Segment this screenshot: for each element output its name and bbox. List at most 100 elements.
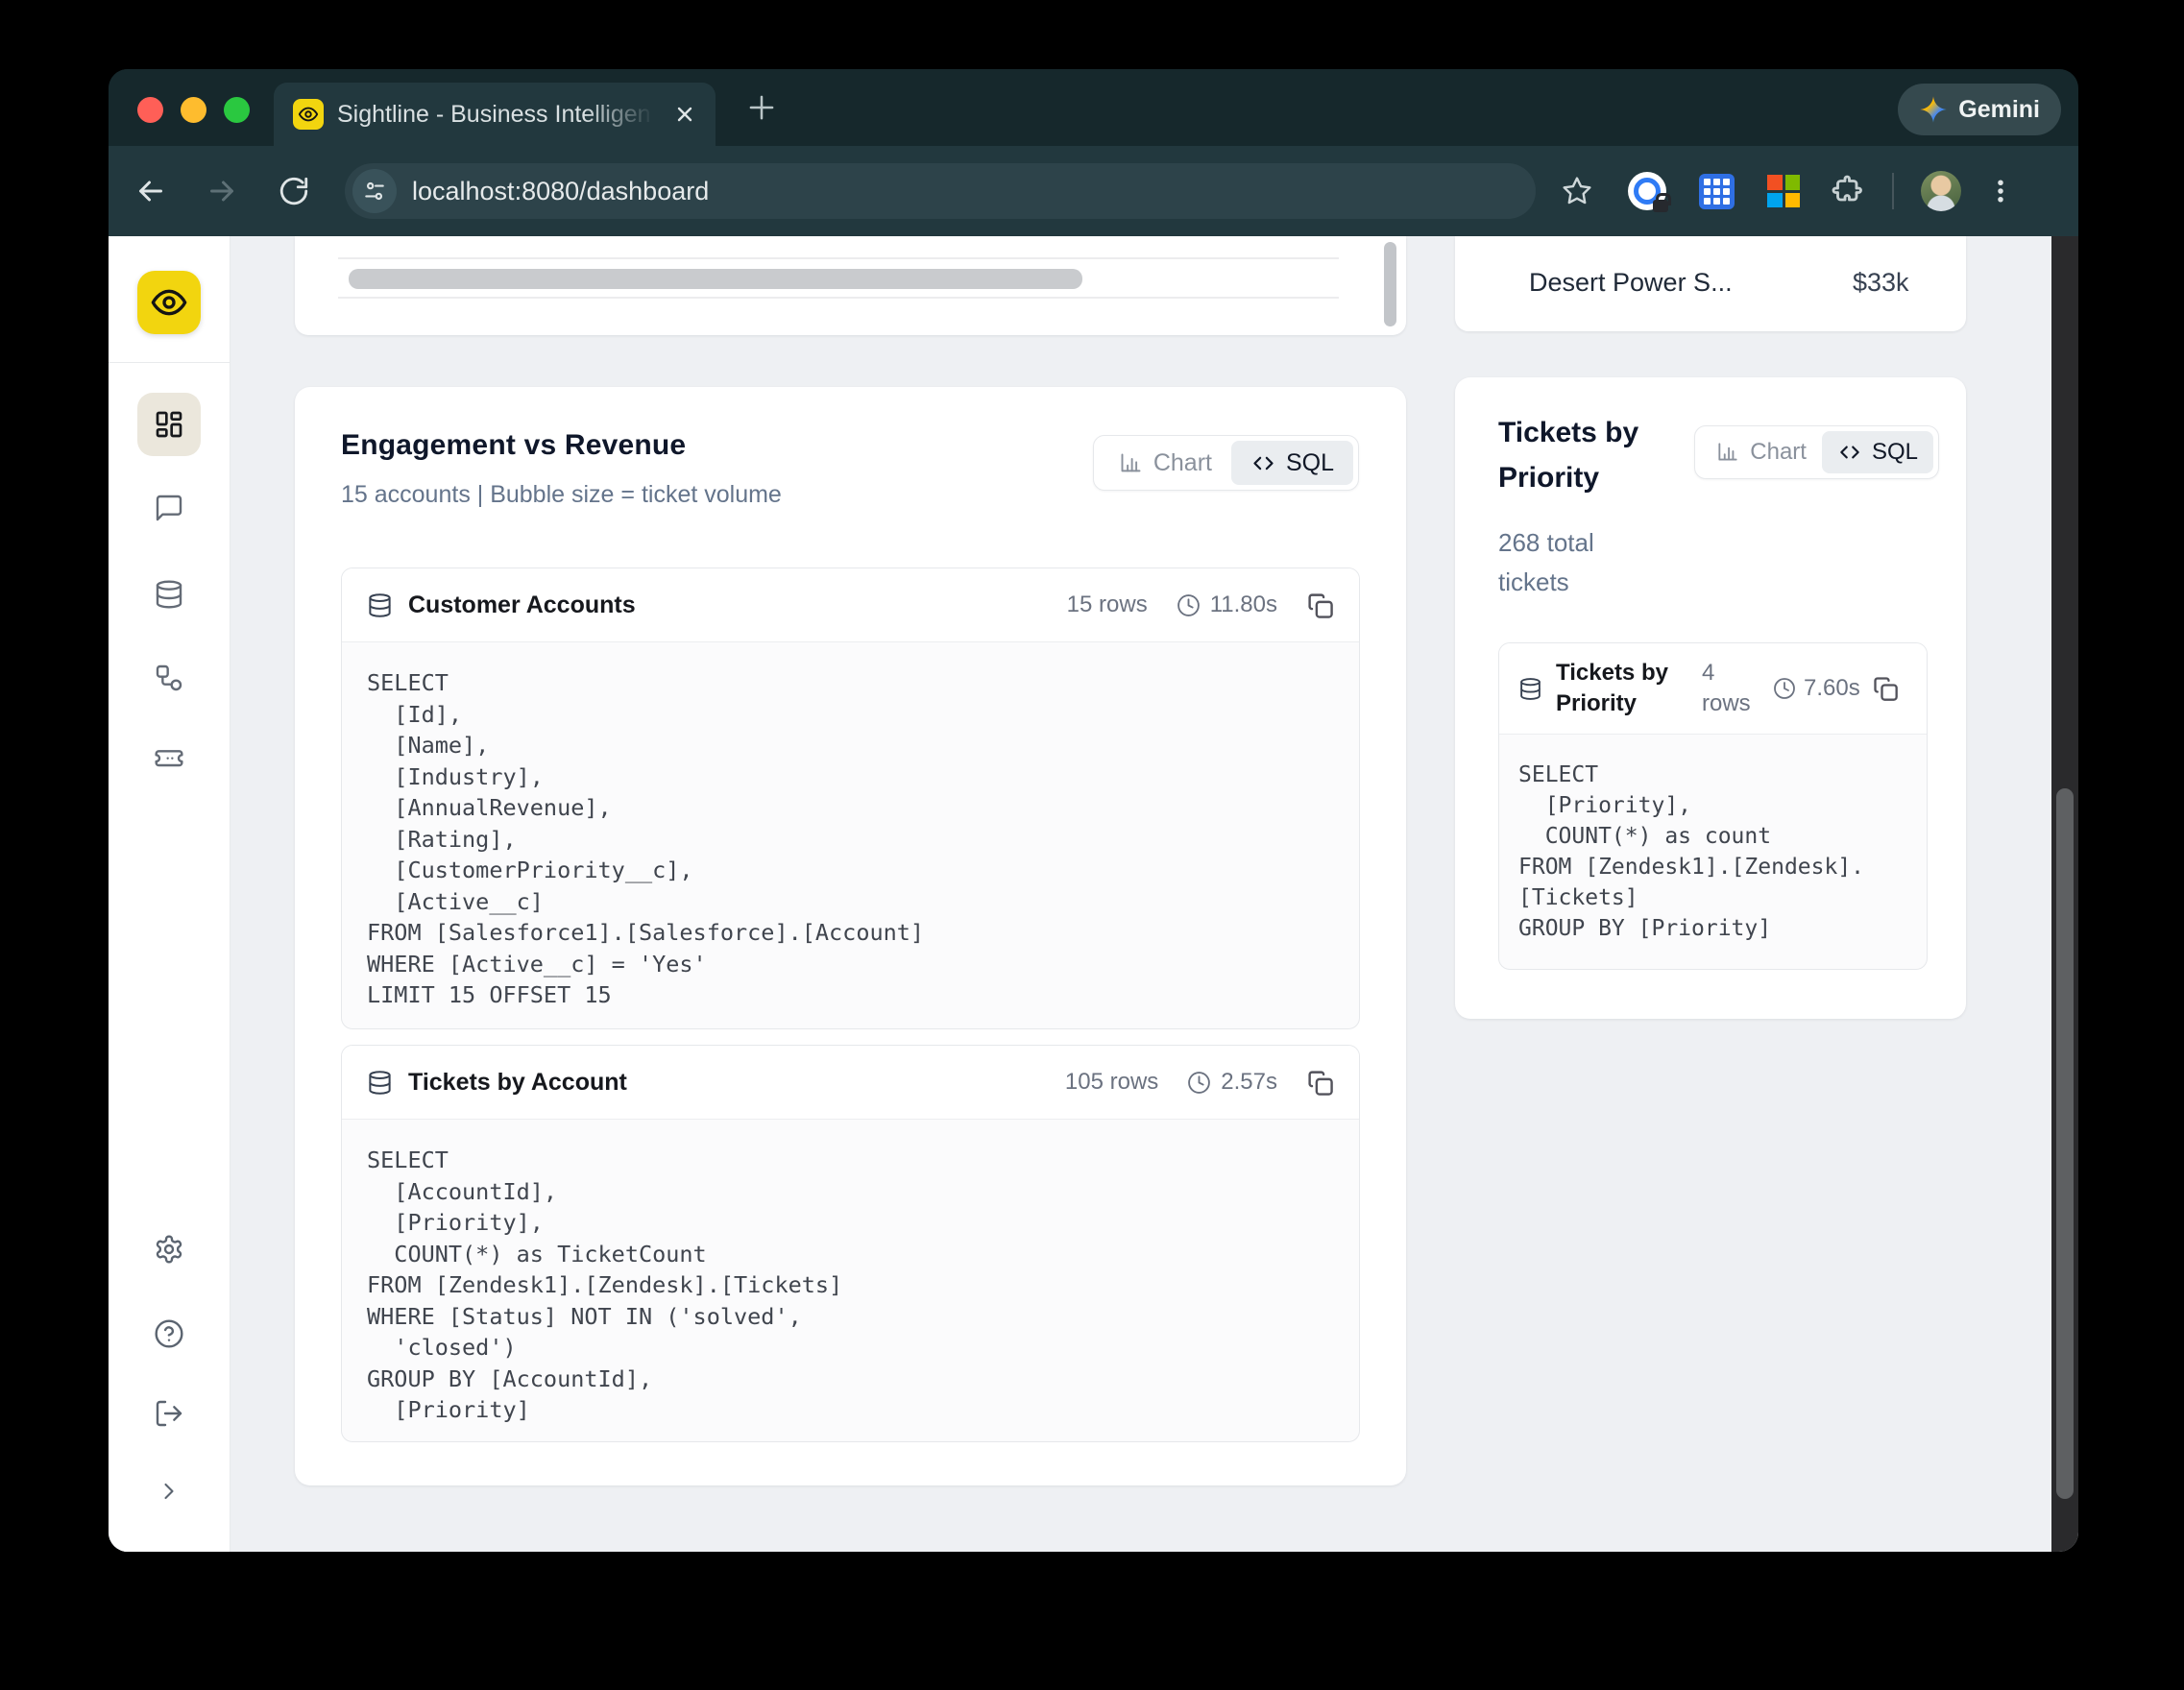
tickets-by-priority-card: Tickets by Priority Chart SQL (1455, 377, 1966, 1019)
lock-icon (1653, 200, 1668, 212)
sql-query-text: SELECT [Id], [Name], [Industry], [Annual… (342, 642, 1359, 1029)
new-tab-button[interactable] (742, 88, 781, 127)
chat-icon[interactable] (154, 493, 184, 523)
database-icon (367, 592, 393, 618)
workflow-icon[interactable] (154, 663, 184, 693)
toggle-sql-label: SQL (1286, 449, 1334, 477)
toggle-sql-button[interactable]: SQL (1231, 441, 1353, 485)
bar-chart-icon (1118, 450, 1144, 476)
url-text: localhost:8080/dashboard (412, 177, 709, 206)
kebab-menu-icon (1986, 177, 2015, 205)
browser-window: Sightline - Business Intelligen Gemin (109, 69, 2078, 1552)
card-subtitle: 268 total tickets (1498, 523, 1642, 602)
browser-toolbar: localhost:8080/dashboard (109, 146, 2078, 236)
account-value: $33k (1853, 268, 1909, 297)
tab-strip: Sightline - Business Intelligen Gemin (109, 69, 2078, 146)
database-icon[interactable] (154, 579, 184, 610)
settings-gear-icon[interactable] (154, 1234, 184, 1265)
tab-close-icon[interactable] (673, 103, 696, 126)
account-name: Desert Power S... (1529, 268, 1733, 298)
ticket-icon[interactable] (154, 742, 184, 773)
table-row-divider (338, 257, 1339, 259)
copy-icon[interactable] (1306, 1069, 1334, 1097)
grid-extension-icon[interactable] (1699, 174, 1735, 209)
copy-icon[interactable] (1306, 592, 1334, 619)
browser-menu-button[interactable] (1986, 177, 2015, 205)
account-value-clip: $33k (1853, 268, 1910, 302)
sql-query-text: SELECT [AccountId], [Priority], COUNT(*)… (342, 1120, 1359, 1442)
traffic-light-minimize[interactable] (181, 97, 206, 123)
query-title: Tickets by Priority (1556, 658, 1702, 719)
card-subtitle: 15 accounts | Bubble size = ticket volum… (341, 481, 782, 509)
card-title: Engagement vs Revenue (341, 429, 686, 462)
query-title: Customer Accounts (408, 592, 636, 619)
toggle-chart-label: Chart (1750, 439, 1807, 466)
query-header: Tickets by Priority 4 rows 7.60s (1499, 643, 1927, 735)
dashboard-main: Desert Power S... $33k Engagement vs Rev… (231, 236, 2078, 1552)
gemini-label: Gemini (1958, 96, 2040, 124)
account-row-card[interactable]: Desert Power S... $33k (1455, 236, 1966, 331)
profile-avatar[interactable] (1921, 171, 1961, 211)
toggle-sql-label: SQL (1872, 439, 1918, 466)
query-duration: 2.57s (1221, 1069, 1277, 1096)
clock-icon (1187, 1071, 1211, 1095)
gemini-button[interactable]: Gemini (1898, 84, 2061, 135)
browser-tab[interactable]: Sightline - Business Intelligen (274, 83, 716, 146)
copy-icon[interactable] (1872, 675, 1899, 702)
plus-icon (743, 89, 780, 126)
refresh-icon (278, 175, 310, 207)
bookmark-button[interactable] (1561, 175, 1593, 207)
query-meta: 15 rows 11.80s (1067, 592, 1334, 619)
toggle-sql-button[interactable]: SQL (1822, 431, 1933, 473)
query-duration: 7.60s (1804, 675, 1860, 702)
table-row-divider (338, 297, 1339, 299)
clock-icon (1177, 593, 1201, 617)
query-meta: 105 rows 2.57s (1065, 1069, 1334, 1097)
forward-button[interactable] (205, 174, 239, 208)
sql-query-text: SELECT [Priority], COUNT(*) as count FRO… (1499, 735, 1927, 969)
toggle-chart-button[interactable]: Chart (1700, 431, 1822, 473)
query-title: Tickets by Account (408, 1069, 627, 1097)
query-block-tickets-by-priority: Tickets by Priority 4 rows 7.60s SELECT … (1498, 642, 1928, 970)
password-manager-extension-icon[interactable] (1628, 172, 1666, 210)
logout-icon[interactable] (154, 1398, 184, 1429)
expand-sidebar-chevron-icon[interactable] (156, 1478, 182, 1505)
app-sidebar (109, 236, 231, 1552)
traffic-light-zoom[interactable] (224, 97, 250, 123)
card-scrollbar-thumb[interactable] (1384, 242, 1396, 326)
clock-icon (1773, 677, 1796, 700)
page-content: Desert Power S... $33k Engagement vs Rev… (109, 236, 2078, 1552)
site-settings-button[interactable] (352, 169, 397, 213)
microsoft-extension-icon[interactable] (1767, 175, 1800, 207)
back-button[interactable] (133, 174, 168, 208)
sightline-logo[interactable] (137, 271, 201, 334)
toolbar-divider (1892, 173, 1894, 209)
engagement-revenue-card: Engagement vs Revenue 15 accounts | Bubb… (295, 387, 1406, 1485)
query-block-tickets-by-account: Tickets by Account 105 rows 2.57s (341, 1045, 1360, 1442)
loading-skeleton-bar (349, 269, 1082, 289)
database-icon (367, 1070, 393, 1096)
query-block-customer-accounts: Customer Accounts 15 rows 11.80s (341, 567, 1360, 1029)
tune-icon (362, 179, 387, 204)
query-row-count: 4 rows (1702, 658, 1765, 719)
sightline-favicon-icon (293, 99, 324, 130)
extensions-button[interactable] (1831, 174, 1865, 208)
eye-icon (298, 104, 319, 125)
code-icon (1250, 450, 1276, 476)
sidebar-item-dashboard[interactable] (137, 393, 201, 456)
toggle-chart-button[interactable]: Chart (1099, 441, 1231, 485)
address-bar[interactable]: localhost:8080/dashboard (345, 163, 1536, 219)
traffic-light-close[interactable] (137, 97, 163, 123)
toggle-chart-label: Chart (1153, 449, 1212, 477)
page-scrollbar-thumb[interactable] (2056, 788, 2074, 1499)
sidebar-divider (109, 362, 230, 363)
refresh-button[interactable] (278, 175, 310, 207)
query-row-count: 15 rows (1067, 592, 1148, 618)
help-icon[interactable] (154, 1318, 184, 1349)
gemini-sparkle-icon (1919, 95, 1948, 124)
page-scrollbar[interactable] (2051, 236, 2078, 1552)
dashboard-icon (154, 409, 184, 440)
chart-sql-toggle: Chart SQL (1694, 425, 1939, 479)
code-icon (1837, 440, 1862, 465)
back-arrow-icon (133, 174, 168, 208)
